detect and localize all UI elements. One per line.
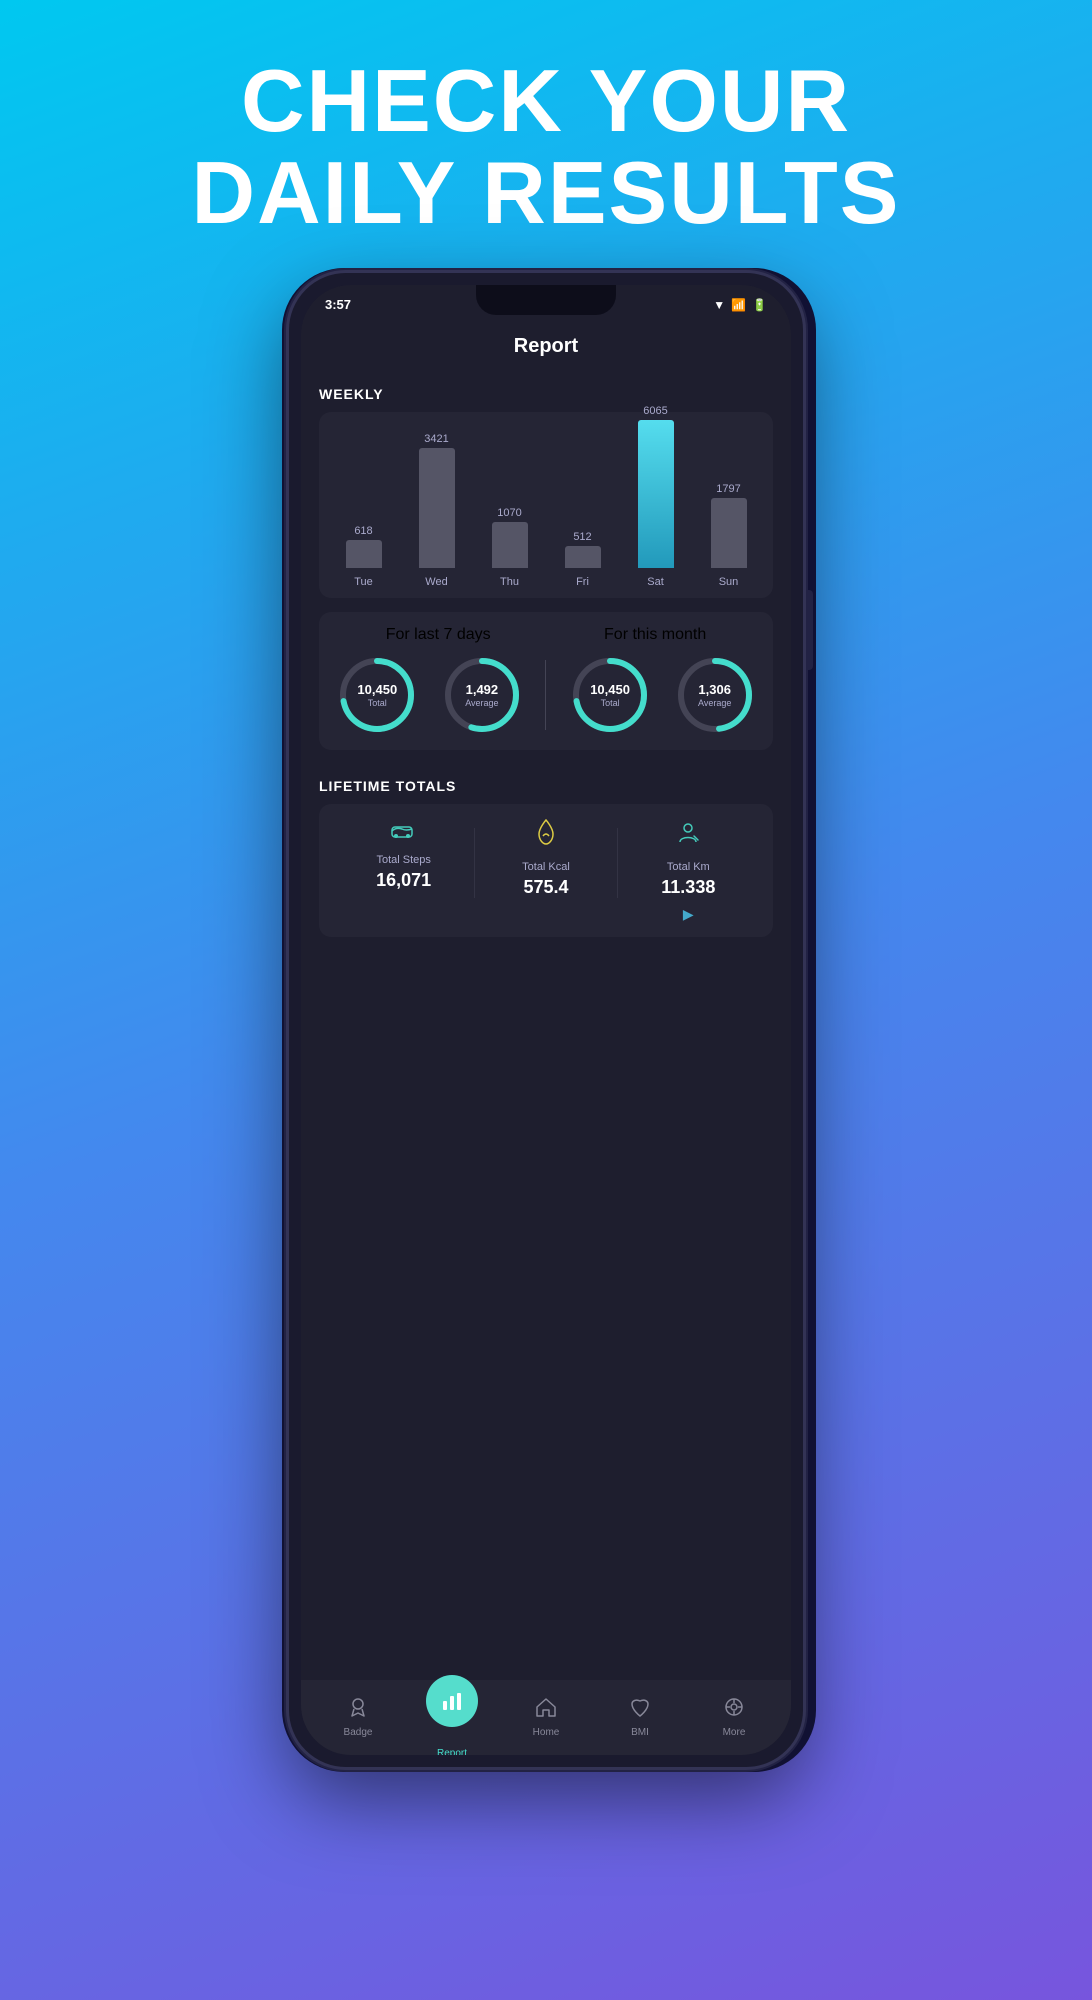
weekly-section-label: WEEKLY [319, 372, 773, 412]
nav-icon-badge [347, 1696, 369, 1724]
circle-sublabel: Total [601, 698, 620, 708]
bar-item-sun: 1797 Sun [694, 483, 763, 588]
phone-screen: 3:57 ▼ 📶 🔋 Report WEEKLY [301, 285, 791, 1755]
nav-label-home: Home [533, 1727, 560, 1738]
phone-device: 3:57 ▼ 📶 🔋 Report WEEKLY [286, 270, 806, 1770]
lifetime-label-0: Total Steps [376, 854, 430, 866]
nav-label-badge: Badge [344, 1727, 373, 1738]
battery-icon: 🔋 [752, 298, 767, 312]
circle-inner: 10,450Total [590, 682, 630, 708]
bar-item-thu: 1070 Thu [475, 507, 544, 588]
bar-rect [346, 540, 382, 568]
nav-label-bmi: BMI [631, 1727, 649, 1738]
stats-labels: For last 7 days For this month [329, 626, 763, 644]
nav-label-report: Report [437, 1748, 467, 1755]
nav-report-circle[interactable] [426, 1675, 478, 1727]
hero-text: CHECK YOUR DAILY RESULTS [192, 0, 901, 270]
circle-stat-0: 10,450Total [336, 654, 418, 736]
nav-icon-home [535, 1696, 557, 1724]
bar-item-wed: 3421 Wed [402, 433, 471, 588]
signal-icon: ▼ [713, 298, 725, 312]
status-icons: ▼ 📶 🔋 [713, 298, 767, 312]
bars-container: 618Tue3421Wed1070Thu512Fri6065Sat1797Sun [329, 428, 763, 588]
circle-inner: 1,492Average [465, 682, 498, 708]
circle-sublabel: Average [698, 698, 731, 708]
bar-item-fri: 512 Fri [548, 531, 617, 588]
bar-rect [638, 420, 674, 568]
bar-rect [711, 498, 747, 568]
bar-rect [492, 522, 528, 568]
bar-value: 3421 [424, 433, 448, 445]
phone-notch [476, 285, 616, 315]
lifetime-label-1: Total Kcal [522, 861, 570, 873]
circle-inner: 10,450Total [357, 682, 397, 708]
bar-value: 618 [354, 525, 372, 537]
circle-sublabel: Average [465, 698, 498, 708]
circle-stat-2: 10,450Total [569, 654, 651, 736]
lifetime-icon-1 [535, 818, 557, 853]
lifetime-arrow: ▶ [683, 906, 694, 923]
nav-item-home[interactable]: Home [499, 1696, 593, 1738]
bar-value: 512 [573, 531, 591, 543]
screen-content: Report WEEKLY 618 Tue 3421 Wed 1070 Thu 512 Fri… [301, 325, 791, 1755]
circle-stat-1: 1,492Average [441, 654, 523, 736]
bar-rect [419, 448, 455, 568]
lifetime-item-0: Total Steps 16,071 [333, 818, 474, 891]
lifetime-icon-0 [390, 818, 418, 846]
bar-day: Wed [425, 576, 447, 588]
bar-day: Thu [500, 576, 519, 588]
nav-item-badge[interactable]: Badge [311, 1696, 405, 1738]
bar-day: Fri [576, 576, 589, 588]
bar-value: 1070 [497, 507, 521, 519]
app-header: Report [301, 325, 791, 372]
circles-row: 10,450Total1,492Average10,450Total1,306A… [329, 654, 763, 736]
bar-value: 1797 [716, 483, 740, 495]
bar-item-sat: 6065 Sat [621, 405, 690, 588]
app-title: Report [301, 335, 791, 358]
circle-value: 10,450 [590, 682, 630, 698]
status-time: 3:57 [325, 297, 351, 312]
bar-day: Tue [354, 576, 373, 588]
lifetime-icon-2 [674, 818, 702, 853]
thismonth-label: For this month [604, 626, 706, 644]
bar-item-tue: 618 Tue [329, 525, 398, 588]
bar-value: 6065 [643, 405, 667, 417]
hero-line2: DAILY RESULTS [192, 147, 901, 239]
wifi-icon: 📶 [731, 298, 746, 312]
stats-section: For last 7 days For this month 10,450Tot… [319, 612, 773, 750]
circle-value: 1,492 [466, 682, 499, 698]
nav-item-bmi[interactable]: BMI [593, 1696, 687, 1738]
circle-divider [545, 660, 546, 730]
circle-inner: 1,306Average [698, 682, 731, 708]
bar-day: Sat [647, 576, 664, 588]
hero-line1: CHECK YOUR [192, 55, 901, 147]
lifetime-section: Total Steps 16,071 Total Kcal 575.4 Total Km… [319, 804, 773, 937]
bottom-nav: Badge Report Home BMI More [301, 1680, 791, 1755]
nav-icon-bmi [629, 1696, 651, 1724]
lifetime-value-2: 11.338 [661, 877, 715, 898]
nav-label-more: More [723, 1727, 746, 1738]
circle-stat-3: 1,306Average [674, 654, 756, 736]
nav-item-more[interactable]: More [687, 1696, 781, 1738]
nav-icon-more [723, 1696, 745, 1724]
last7-label: For last 7 days [386, 626, 491, 644]
phone-outer-shell: 3:57 ▼ 📶 🔋 Report WEEKLY [286, 270, 806, 1770]
lifetime-row: Total Steps 16,071 Total Kcal 575.4 Total Km… [333, 818, 759, 923]
lifetime-value-1: 575.4 [523, 877, 568, 898]
lifetime-label-2: Total Km [667, 861, 710, 873]
lifetime-value-0: 16,071 [376, 870, 431, 891]
lifetime-section-label: LIFETIME TOTALS [319, 764, 773, 804]
lifetime-item-1: Total Kcal 575.4 [475, 818, 616, 898]
bar-chart: 618Tue3421Wed1070Thu512Fri6065Sat1797Sun [319, 412, 773, 598]
circle-value: 1,306 [698, 682, 731, 698]
lifetime-item-2: Total Km 11.338 ▶ [618, 818, 759, 923]
bar-rect [565, 546, 601, 568]
bar-day: Sun [719, 576, 739, 588]
nav-item-report[interactable]: Report [405, 1675, 499, 1755]
circle-value: 10,450 [357, 682, 397, 698]
scroll-content[interactable]: WEEKLY 618 Tue 3421 Wed 1070 Thu 512 Fri 6065 Sat… [301, 372, 791, 1680]
circle-sublabel: Total [368, 698, 387, 708]
